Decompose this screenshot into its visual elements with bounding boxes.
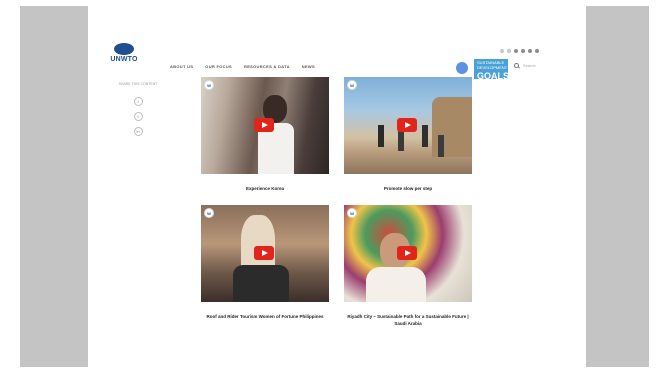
- search-icon[interactable]: [514, 63, 519, 68]
- video-thumbnail[interactable]: W: [201, 77, 329, 174]
- video-thumbnail[interactable]: W: [201, 205, 329, 302]
- play-icon[interactable]: [254, 118, 274, 132]
- channel-avatar[interactable]: W: [204, 208, 214, 218]
- linkedin-icon: in: [136, 128, 140, 134]
- social-icon[interactable]: [514, 49, 518, 53]
- nav-resources-data[interactable]: RESOURCES & DATA: [244, 64, 290, 69]
- sdg-logo[interactable]: SUSTAINABLE DEVELOPMENT GOALS: [474, 59, 510, 81]
- video-card: W Roof and Rider Tourism Women of Fortun…: [201, 205, 329, 321]
- social-icon[interactable]: [507, 49, 511, 53]
- social-icon[interactable]: [528, 49, 532, 53]
- channel-avatar[interactable]: W: [347, 80, 357, 90]
- search-placeholder: Search: [523, 63, 536, 68]
- nav-news[interactable]: NEWS: [302, 64, 315, 69]
- share-column: SHARE THIS CONTENT f t in: [118, 82, 158, 142]
- twitter-icon: t: [137, 113, 139, 119]
- channel-avatar[interactable]: W: [204, 80, 214, 90]
- video-thumbnail[interactable]: W: [344, 77, 472, 174]
- unwto-logo[interactable]: UNWTO: [105, 43, 143, 63]
- video-card: W Promote slow per step: [344, 77, 472, 193]
- sdg-top-text: SUSTAINABLE DEVELOPMENT: [477, 60, 508, 70]
- linkedin-share-button[interactable]: in: [133, 126, 143, 136]
- video-card: W Riyadh City – Sustainable Path for a S…: [344, 205, 472, 328]
- main-nav: ABOUT US OUR FOCUS RESOURCES & DATA NEWS: [170, 64, 315, 69]
- play-icon[interactable]: [397, 118, 417, 132]
- social-links: [500, 49, 539, 53]
- video-caption[interactable]: Roof and Rider Tourism Women of Fortune …: [201, 314, 329, 321]
- video-card: W Experience Korea: [201, 77, 329, 193]
- logo-text: UNWTO: [110, 56, 138, 63]
- un-globe-icon: [456, 62, 468, 74]
- social-icon[interactable]: [535, 49, 539, 53]
- facebook-icon: f: [137, 98, 139, 104]
- un-emblem-icon: [114, 43, 134, 55]
- search-box[interactable]: Search: [514, 63, 536, 68]
- facebook-share-button[interactable]: f: [133, 96, 143, 106]
- nav-our-focus[interactable]: OUR FOCUS: [205, 64, 232, 69]
- social-icon[interactable]: [500, 49, 504, 53]
- web-page: UNWTO ABOUT US OUR FOCUS RESOURCES & DAT…: [88, 6, 586, 367]
- video-caption[interactable]: Riyadh City – Sustainable Path for a Sus…: [344, 314, 472, 328]
- play-icon[interactable]: [397, 246, 417, 260]
- video-caption[interactable]: Promote slow per step: [344, 186, 472, 193]
- share-label: SHARE THIS CONTENT: [118, 82, 158, 86]
- nav-about-us[interactable]: ABOUT US: [170, 64, 193, 69]
- sdg-goals-text: GOALS: [477, 70, 510, 81]
- twitter-share-button[interactable]: t: [133, 111, 143, 121]
- video-caption[interactable]: Experience Korea: [201, 186, 329, 193]
- channel-avatar[interactable]: W: [347, 208, 357, 218]
- video-thumbnail[interactable]: W: [344, 205, 472, 302]
- play-icon[interactable]: [254, 246, 274, 260]
- social-icon[interactable]: [521, 49, 525, 53]
